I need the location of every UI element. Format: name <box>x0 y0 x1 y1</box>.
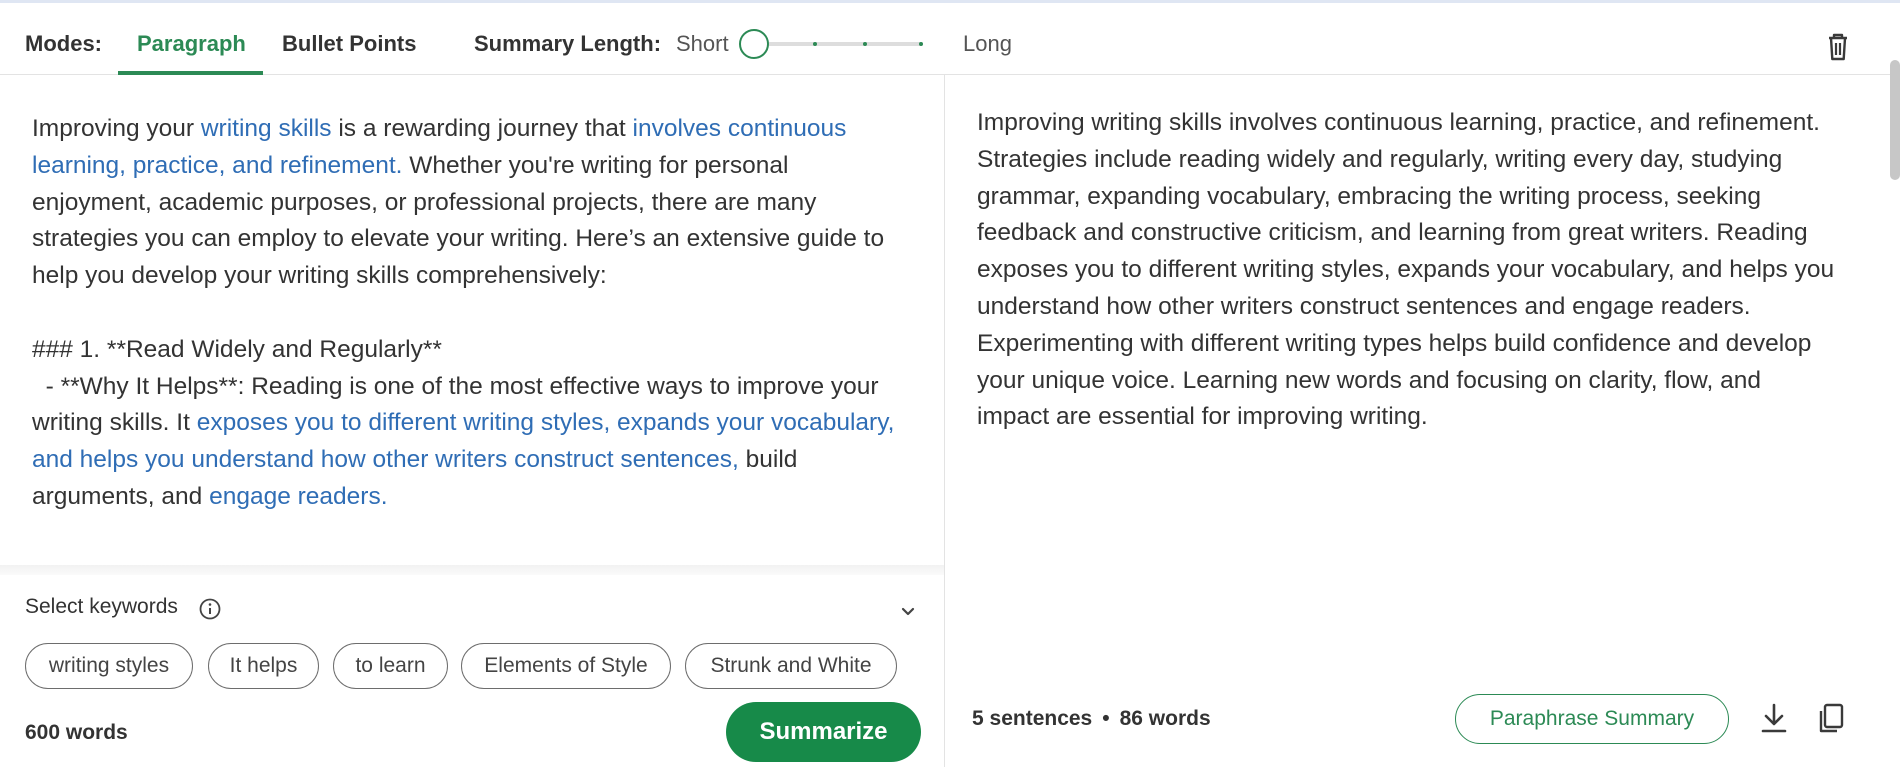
paraphrase-summary-button[interactable]: Paraphrase Summary <box>1455 694 1729 744</box>
input-text-segment: Whether you're writing for personal enjo… <box>32 151 885 437</box>
modes-label: Modes: <box>25 31 102 56</box>
input-panel: Improving your writing skills is a rewar… <box>0 75 945 767</box>
keyword-chip[interactable]: to learn <box>333 643 448 689</box>
input-text-segment: Improving your <box>32 115 201 142</box>
keyword-chip[interactable]: writing styles <box>25 643 193 689</box>
input-text-area[interactable]: Improving your writing skills is a rewar… <box>32 111 912 573</box>
slider-track <box>755 42 923 46</box>
scrollbar[interactable] <box>1890 60 1900 180</box>
tab-paragraph[interactable]: Paragraph <box>137 31 246 57</box>
summary-stats: 5 sentences • 86 words <box>972 707 1211 731</box>
keyword-chip[interactable]: It helps <box>208 643 319 689</box>
tab-bullet-points[interactable]: Bullet Points <box>282 31 416 57</box>
input-text-segment: is a rewarding journey that <box>331 115 633 142</box>
toolbar: Modes: Paragraph Bullet Points Summary L… <box>0 3 1900 75</box>
summary-word-count: 86 words <box>1119 707 1211 730</box>
slider-short-label: Short <box>676 31 729 56</box>
download-icon[interactable] <box>1757 701 1791 737</box>
slider-tick <box>813 42 817 46</box>
chevron-down-icon[interactable] <box>897 601 919 623</box>
sentence-count: 5 sentences <box>972 707 1093 730</box>
highlighted-keyphrase: engage readers. <box>209 482 388 510</box>
stats-separator: • <box>1102 707 1110 730</box>
slider-tick <box>919 42 923 46</box>
summary-length-slider[interactable] <box>739 29 939 59</box>
trash-icon[interactable] <box>1820 29 1856 65</box>
slider-thumb[interactable] <box>739 29 769 59</box>
highlighted-keyphrase: writing skills <box>200 115 332 142</box>
copy-icon[interactable] <box>1814 701 1848 737</box>
slider-long-label: Long <box>963 31 1012 56</box>
summarizer-app: Modes: Paragraph Bullet Points Summary L… <box>0 0 1900 767</box>
panel-divider <box>0 565 944 575</box>
summary-length-label: Summary Length: <box>474 31 662 56</box>
summary-output-text: Improving writing skills involves contin… <box>977 109 1835 431</box>
output-panel: Improving writing skills involves contin… <box>946 75 1900 767</box>
select-keywords-label: Select keywords <box>25 595 178 618</box>
slider-tick <box>863 42 867 46</box>
summarize-button[interactable]: Summarize <box>726 702 921 762</box>
keyword-chip[interactable]: Elements of Style <box>461 643 671 689</box>
keyword-chip[interactable]: Strunk and White <box>685 643 897 689</box>
input-word-count: 600 words <box>25 721 128 744</box>
info-icon[interactable] <box>198 597 222 621</box>
